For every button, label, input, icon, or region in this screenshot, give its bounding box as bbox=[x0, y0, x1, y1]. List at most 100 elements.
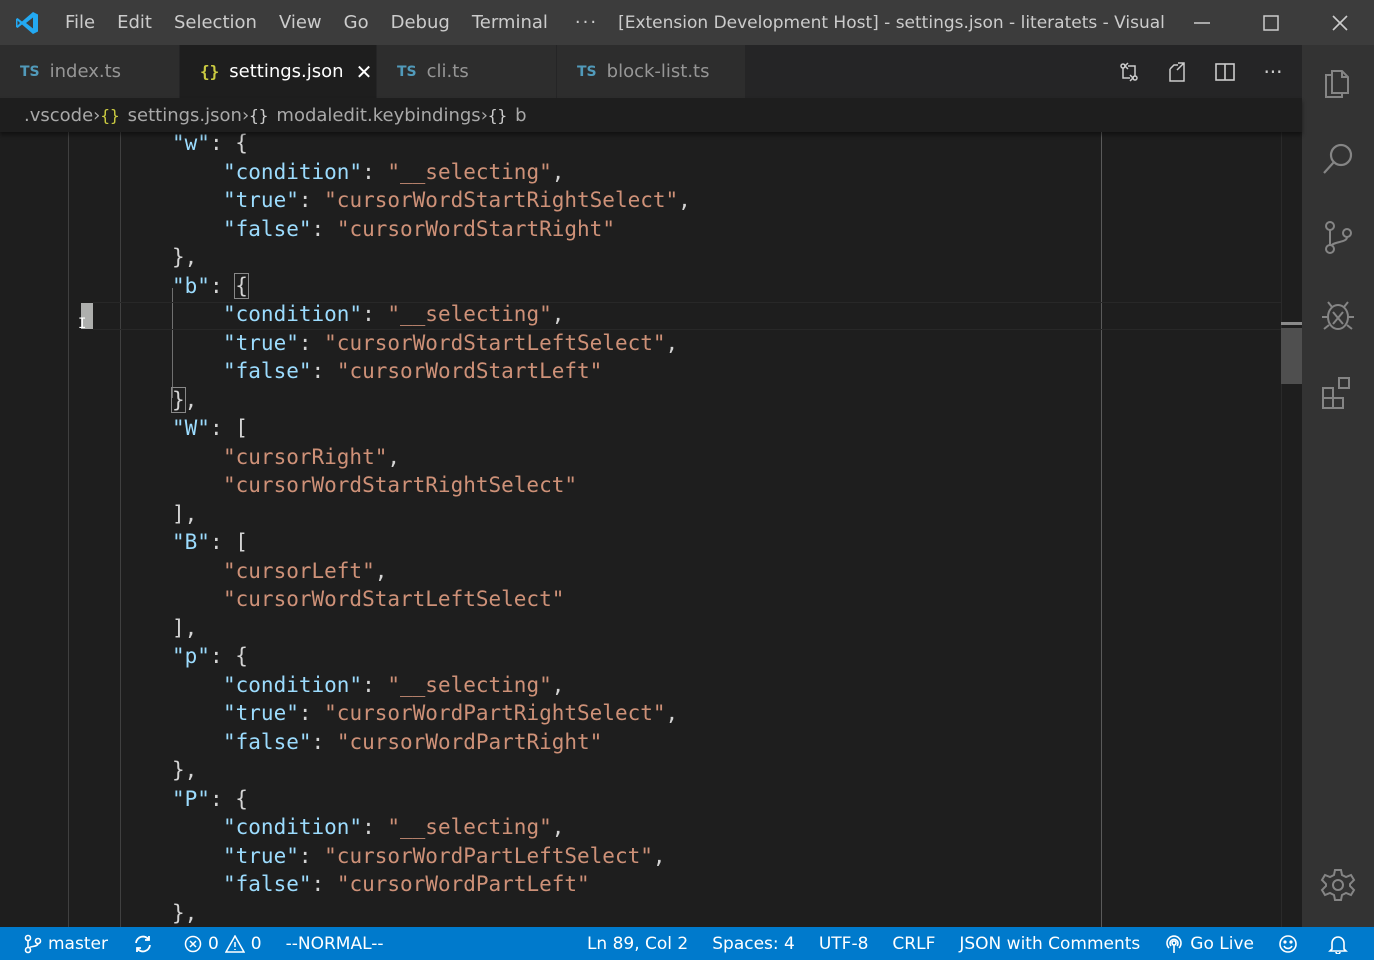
menu-selection[interactable]: Selection bbox=[163, 0, 268, 45]
sync-icon bbox=[135, 935, 151, 952]
breadcrumb-label: b bbox=[515, 104, 527, 126]
error-count: 0 bbox=[207, 933, 219, 954]
menu-file[interactable]: File bbox=[54, 0, 106, 45]
code-line: }, bbox=[172, 900, 198, 925]
breadcrumb-leaf[interactable]: {} b bbox=[488, 105, 527, 126]
breadcrumb-separator: › bbox=[93, 104, 101, 126]
more-actions-button[interactable]: ··· bbox=[1260, 59, 1286, 85]
close-icon bbox=[1331, 14, 1348, 31]
code-line: "w": { bbox=[172, 132, 248, 155]
editor-ruler bbox=[1101, 132, 1102, 927]
activity-bar bbox=[1302, 45, 1374, 927]
debug-icon bbox=[1322, 301, 1354, 330]
tab-label: settings.json bbox=[229, 61, 344, 82]
window-title: [Extension Development Host] - settings.… bbox=[618, 12, 1167, 33]
compare-changes-icon bbox=[1120, 61, 1138, 82]
code-line: "condition": "__selecting", bbox=[223, 302, 565, 326]
code-editor[interactable]: "w": { "condition": "__selecting", "true… bbox=[0, 132, 1302, 927]
error-icon bbox=[184, 935, 202, 952]
breadcrumb-file[interactable]: {} settings.json bbox=[100, 105, 242, 126]
close-window-button[interactable] bbox=[1305, 0, 1374, 45]
breadcrumb-label: modaledit.keybindings bbox=[276, 104, 481, 126]
indent-guide bbox=[68, 132, 69, 927]
object-symbol-icon: {} bbox=[487, 105, 508, 125]
code-line: "condition": "__selecting", bbox=[223, 159, 565, 184]
encoding-status[interactable]: UTF-8 bbox=[807, 927, 881, 960]
indent-guide bbox=[120, 132, 121, 927]
problems-status[interactable]: 0 0 bbox=[172, 927, 274, 960]
indentation-status[interactable]: Spaces: 4 bbox=[700, 927, 807, 960]
open-changes-button[interactable] bbox=[1116, 59, 1142, 85]
json-file-icon: {} bbox=[100, 105, 120, 125]
sync-button[interactable] bbox=[120, 927, 172, 960]
menu-terminal[interactable]: Terminal bbox=[461, 0, 559, 45]
scrollbar-thumb[interactable] bbox=[1281, 328, 1302, 384]
menu-go[interactable]: Go bbox=[333, 0, 380, 45]
menu-debug[interactable]: Debug bbox=[380, 0, 461, 45]
warning-icon bbox=[224, 934, 245, 953]
menu-bar: File Edit Selection View Go Debug Termin… bbox=[54, 0, 614, 45]
code-line: "cursorWordStartLeftSelect" bbox=[223, 587, 565, 611]
status-bar: master 0 0 --NORMAL-- Ln 89, Col 2 Space… bbox=[0, 927, 1374, 960]
maximize-icon bbox=[1262, 14, 1279, 31]
editor-tab-bar: TS index.ts {} settings.json ✕ TS cli.ts… bbox=[0, 45, 1302, 98]
eol-status[interactable]: CRLF bbox=[880, 927, 947, 960]
breadcrumb-separator: › bbox=[480, 104, 488, 126]
breadcrumb-folder[interactable]: .vscode bbox=[24, 105, 93, 126]
open-file-icon bbox=[1169, 61, 1185, 82]
maximize-button[interactable] bbox=[1236, 0, 1305, 45]
tab-label: index.ts bbox=[49, 61, 122, 82]
source-control-button[interactable] bbox=[1302, 201, 1374, 273]
tab-label: block-list.ts bbox=[606, 61, 710, 82]
breadcrumb-separator: › bbox=[241, 104, 250, 126]
tab-label: cli.ts bbox=[426, 61, 469, 82]
tab-settings-json[interactable]: {} settings.json ✕ bbox=[180, 45, 377, 98]
broadcast-icon bbox=[1166, 934, 1183, 953]
split-editor-icon bbox=[1215, 62, 1235, 81]
code-line: "p": { bbox=[172, 644, 248, 668]
feedback-button[interactable] bbox=[1266, 927, 1316, 960]
object-symbol-icon: {} bbox=[249, 105, 269, 125]
code-line: "W": [ bbox=[172, 416, 248, 440]
matching-bracket: } bbox=[171, 386, 186, 413]
warning-count: 0 bbox=[250, 933, 262, 954]
notifications-button[interactable] bbox=[1316, 927, 1366, 960]
code-line: "false": "cursorWordPartRight" bbox=[223, 729, 603, 754]
close-tab-icon[interactable]: ✕ bbox=[356, 60, 373, 84]
code-line: "B": [ bbox=[172, 530, 248, 554]
go-live-button[interactable]: Go Live bbox=[1152, 927, 1266, 960]
manage-settings-button[interactable] bbox=[1302, 849, 1374, 921]
split-editor-button[interactable] bbox=[1212, 59, 1238, 85]
branch-name: master bbox=[48, 933, 108, 954]
code-line: }, bbox=[172, 245, 198, 269]
code-line: "false": "cursorWordStartLeft" bbox=[223, 359, 603, 383]
tab-index-ts[interactable]: TS index.ts bbox=[0, 45, 180, 98]
code-line: "cursorRight", bbox=[223, 444, 401, 469]
vim-mode-status: --NORMAL-- bbox=[274, 927, 396, 960]
cursor-position-status[interactable]: Ln 89, Col 2 bbox=[575, 927, 700, 960]
settings-gear-icon bbox=[1320, 869, 1356, 901]
code-line: "P": { bbox=[172, 786, 248, 811]
explorer-button[interactable] bbox=[1302, 45, 1374, 117]
language-mode-status[interactable]: JSON with Comments bbox=[947, 927, 1152, 960]
menu-view[interactable]: View bbox=[268, 0, 333, 45]
vertical-scrollbar[interactable] bbox=[1281, 132, 1302, 927]
minimize-button[interactable] bbox=[1167, 0, 1236, 45]
menu-more[interactable]: ··· bbox=[559, 0, 614, 45]
git-branch-status[interactable]: master bbox=[12, 927, 120, 960]
search-button[interactable] bbox=[1302, 123, 1374, 195]
editor-actions: ··· bbox=[1116, 45, 1286, 98]
tab-block-list-ts[interactable]: TS block-list.ts bbox=[557, 45, 746, 98]
extensions-button[interactable] bbox=[1302, 357, 1374, 429]
breadcrumb-section[interactable]: {} modaledit.keybindings bbox=[249, 105, 481, 126]
code-line: ], bbox=[172, 615, 198, 640]
mouse-ibeam-icon: I bbox=[78, 316, 87, 332]
open-preview-button[interactable] bbox=[1164, 59, 1190, 85]
code-line: "false": "cursorWordStartRight" bbox=[223, 216, 615, 241]
menu-edit[interactable]: Edit bbox=[106, 0, 163, 45]
breadcrumb-label: settings.json bbox=[127, 104, 242, 126]
search-icon bbox=[1323, 143, 1353, 174]
git-branch-icon bbox=[24, 934, 42, 953]
tab-cli-ts[interactable]: TS cli.ts bbox=[377, 45, 557, 98]
debug-button[interactable] bbox=[1302, 279, 1374, 351]
